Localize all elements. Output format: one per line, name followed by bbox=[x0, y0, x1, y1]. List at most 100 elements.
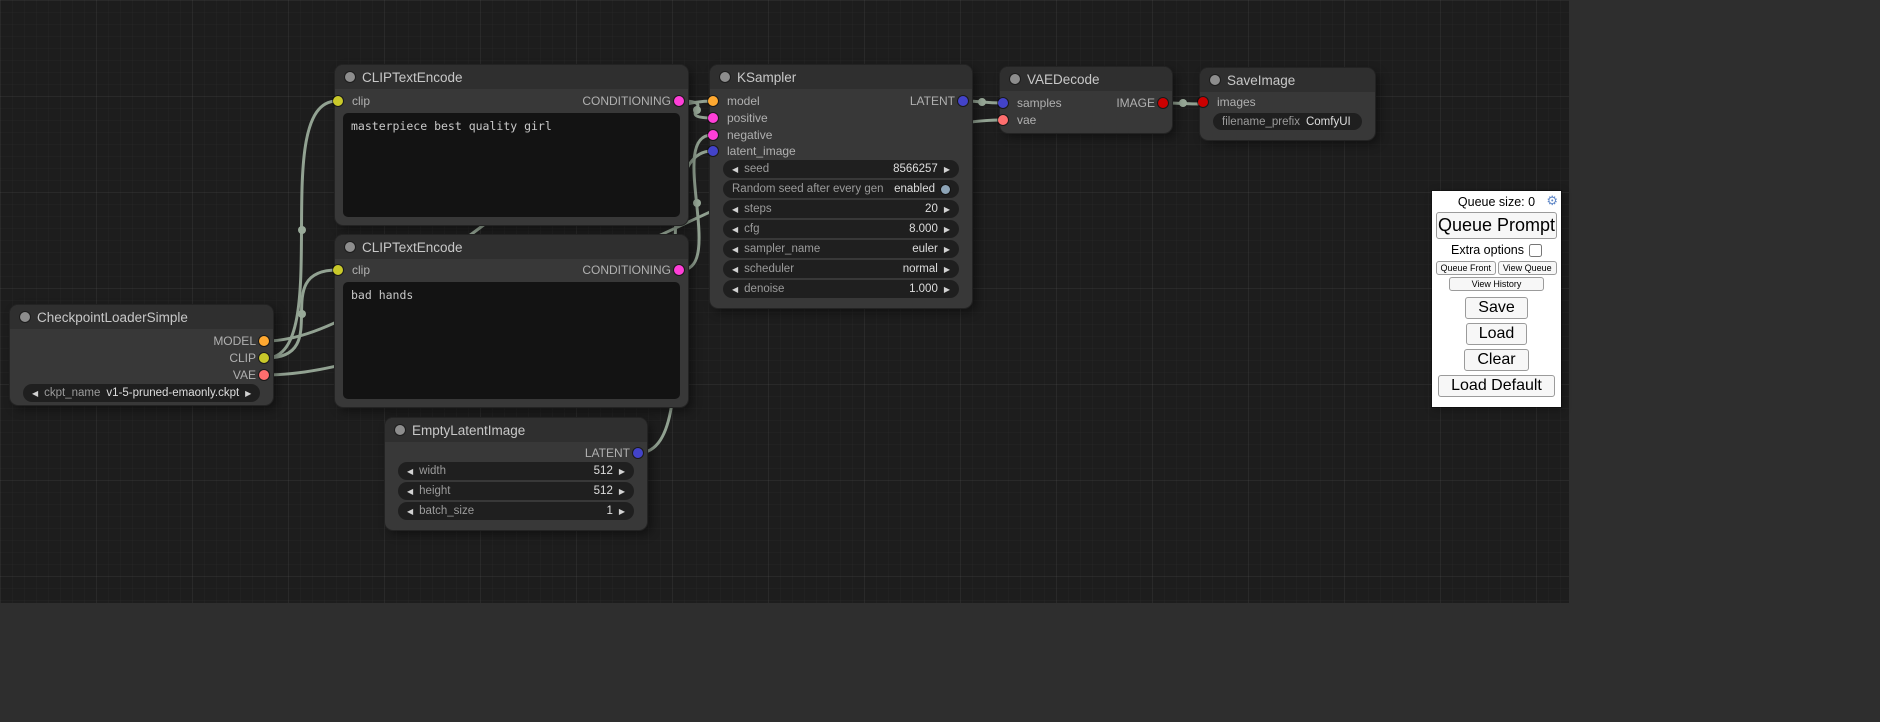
node-title-bar[interactable]: CLIPTextEncode bbox=[335, 235, 688, 259]
output-label: VAE bbox=[233, 368, 256, 382]
widget-cfg[interactable]: ◀ cfg 8.000 ▶ bbox=[723, 220, 959, 238]
output-slot-clip: CLIP bbox=[10, 350, 273, 366]
output-label: CLIP bbox=[229, 351, 256, 365]
queue-prompt-button[interactable]: Queue Prompt bbox=[1436, 212, 1557, 239]
widget-sampler-name[interactable]: ◀ sampler_name euler ▶ bbox=[723, 240, 959, 258]
widget-random-seed-toggle[interactable]: Random seed after every gen enabled bbox=[723, 180, 959, 198]
output-slot-conditioning: CONDITIONING bbox=[335, 262, 688, 278]
load-button[interactable]: Load bbox=[1466, 323, 1528, 345]
input-slot-images: images bbox=[1200, 94, 1375, 110]
decrement-arrow-icon[interactable]: ◀ bbox=[732, 205, 738, 214]
widget-denoise[interactable]: ◀ denoise 1.000 ▶ bbox=[723, 280, 959, 298]
prev-value-arrow-icon[interactable]: ◀ bbox=[732, 245, 738, 254]
input-port-positive[interactable] bbox=[708, 113, 718, 123]
node-title: CheckpointLoaderSimple bbox=[37, 310, 188, 325]
clear-button[interactable]: Clear bbox=[1464, 349, 1528, 371]
node-cliptextencode-positive[interactable]: CLIPTextEncode clip CONDITIONING masterp… bbox=[335, 65, 688, 225]
node-title-bar[interactable]: VAEDecode bbox=[1000, 67, 1172, 91]
output-port-clip[interactable] bbox=[259, 353, 269, 363]
widget-height[interactable]: ◀ height 512 ▶ bbox=[398, 482, 634, 500]
output-port-latent[interactable] bbox=[633, 448, 643, 458]
output-label: CONDITIONING bbox=[582, 94, 671, 108]
node-status-dot[interactable] bbox=[395, 425, 405, 435]
view-queue-button[interactable]: View Queue bbox=[1498, 261, 1558, 275]
increment-arrow-icon[interactable]: ▶ bbox=[944, 225, 950, 234]
prev-value-arrow-icon[interactable]: ◀ bbox=[732, 265, 738, 274]
output-port-conditioning[interactable] bbox=[674, 96, 684, 106]
prompt-text-input[interactable]: bad hands bbox=[343, 282, 680, 399]
graph-canvas[interactable]: CheckpointLoaderSimple MODEL CLIP VAE ◀ … bbox=[0, 0, 1569, 603]
node-title-bar[interactable]: CheckpointLoaderSimple bbox=[10, 305, 273, 329]
node-title: KSampler bbox=[737, 70, 796, 85]
increment-arrow-icon[interactable]: ▶ bbox=[944, 205, 950, 214]
increment-arrow-icon[interactable]: ▶ bbox=[944, 285, 950, 294]
prev-value-arrow-icon[interactable]: ◀ bbox=[32, 389, 38, 398]
input-label: images bbox=[1217, 95, 1256, 109]
node-title-bar[interactable]: KSampler bbox=[710, 65, 972, 89]
load-default-button[interactable]: Load Default bbox=[1438, 375, 1555, 397]
output-port-conditioning[interactable] bbox=[674, 265, 684, 275]
node-saveimage[interactable]: SaveImage images filename_prefix ComfyUI bbox=[1200, 68, 1375, 140]
save-button[interactable]: Save bbox=[1465, 297, 1527, 319]
node-status-dot[interactable] bbox=[345, 72, 355, 82]
output-label: IMAGE bbox=[1116, 96, 1155, 110]
widget-batch-size[interactable]: ◀ batch_size 1 ▶ bbox=[398, 502, 634, 520]
queue-front-button[interactable]: Queue Front bbox=[1436, 261, 1496, 275]
input-port-images[interactable] bbox=[1198, 97, 1208, 107]
node-status-dot[interactable] bbox=[20, 312, 30, 322]
input-port-vae[interactable] bbox=[998, 115, 1008, 125]
decrement-arrow-icon[interactable]: ◀ bbox=[407, 507, 413, 516]
prompt-text-input[interactable]: masterpiece best quality girl bbox=[343, 113, 680, 217]
node-ksampler[interactable]: KSampler model LATENT positive negative … bbox=[710, 65, 972, 308]
output-label: LATENT bbox=[910, 94, 955, 108]
decrement-arrow-icon[interactable]: ◀ bbox=[407, 487, 413, 496]
input-label: vae bbox=[1017, 113, 1036, 127]
comfy-menu[interactable]: Queue size: 0 ⚙ Queue Prompt Extra optio… bbox=[1432, 191, 1561, 407]
next-value-arrow-icon[interactable]: ▶ bbox=[245, 389, 251, 398]
output-port-model[interactable] bbox=[259, 336, 269, 346]
settings-gear-icon[interactable]: ⚙ bbox=[1546, 195, 1558, 208]
view-history-button[interactable]: View History bbox=[1449, 277, 1543, 291]
decrement-arrow-icon[interactable]: ◀ bbox=[732, 225, 738, 234]
increment-arrow-icon[interactable]: ▶ bbox=[619, 487, 625, 496]
node-cliptextencode-negative[interactable]: CLIPTextEncode clip CONDITIONING bad han… bbox=[335, 235, 688, 407]
output-label: LATENT bbox=[585, 446, 630, 460]
widget-width[interactable]: ◀ width 512 ▶ bbox=[398, 462, 634, 480]
increment-arrow-icon[interactable]: ▶ bbox=[944, 165, 950, 174]
next-value-arrow-icon[interactable]: ▶ bbox=[944, 265, 950, 274]
node-status-dot[interactable] bbox=[1010, 74, 1020, 84]
node-status-dot[interactable] bbox=[720, 72, 730, 82]
output-label: MODEL bbox=[213, 334, 256, 348]
widget-ckpt-name[interactable]: ◀ ckpt_name v1-5-pruned-emaonly.ckpt ▶ bbox=[23, 384, 260, 402]
node-title-bar[interactable]: CLIPTextEncode bbox=[335, 65, 688, 89]
node-vaedecode[interactable]: VAEDecode samples IMAGE vae bbox=[1000, 67, 1172, 133]
extra-options-checkbox[interactable] bbox=[1529, 244, 1542, 257]
node-title: CLIPTextEncode bbox=[362, 70, 463, 85]
widget-seed[interactable]: ◀ seed 8566257 ▶ bbox=[723, 160, 959, 178]
input-label: positive bbox=[727, 111, 768, 125]
node-title: SaveImage bbox=[1227, 73, 1295, 88]
next-value-arrow-icon[interactable]: ▶ bbox=[944, 245, 950, 254]
output-port-vae[interactable] bbox=[259, 370, 269, 380]
node-status-dot[interactable] bbox=[1210, 75, 1220, 85]
output-label: CONDITIONING bbox=[582, 263, 671, 277]
decrement-arrow-icon[interactable]: ◀ bbox=[732, 165, 738, 174]
widget-filename-prefix[interactable]: filename_prefix ComfyUI bbox=[1213, 113, 1362, 130]
increment-arrow-icon[interactable]: ▶ bbox=[619, 507, 625, 516]
node-title-bar[interactable]: EmptyLatentImage bbox=[385, 418, 647, 442]
input-port-latent-image[interactable] bbox=[708, 146, 718, 156]
node-status-dot[interactable] bbox=[345, 242, 355, 252]
output-port-image[interactable] bbox=[1158, 98, 1168, 108]
widget-steps[interactable]: ◀ steps 20 ▶ bbox=[723, 200, 959, 218]
toggle-knob[interactable] bbox=[941, 185, 950, 194]
decrement-arrow-icon[interactable]: ◀ bbox=[407, 467, 413, 476]
increment-arrow-icon[interactable]: ▶ bbox=[619, 467, 625, 476]
node-checkpointloadersimple[interactable]: CheckpointLoaderSimple MODEL CLIP VAE ◀ … bbox=[10, 305, 273, 405]
input-port-negative[interactable] bbox=[708, 130, 718, 140]
widget-scheduler[interactable]: ◀ scheduler normal ▶ bbox=[723, 260, 959, 278]
node-emptylatentimage[interactable]: EmptyLatentImage LATENT ◀ width 512 ▶ ◀ … bbox=[385, 418, 647, 530]
decrement-arrow-icon[interactable]: ◀ bbox=[732, 285, 738, 294]
output-port-latent[interactable] bbox=[958, 96, 968, 106]
output-slot-model: MODEL bbox=[10, 333, 273, 349]
node-title-bar[interactable]: SaveImage bbox=[1200, 68, 1375, 92]
